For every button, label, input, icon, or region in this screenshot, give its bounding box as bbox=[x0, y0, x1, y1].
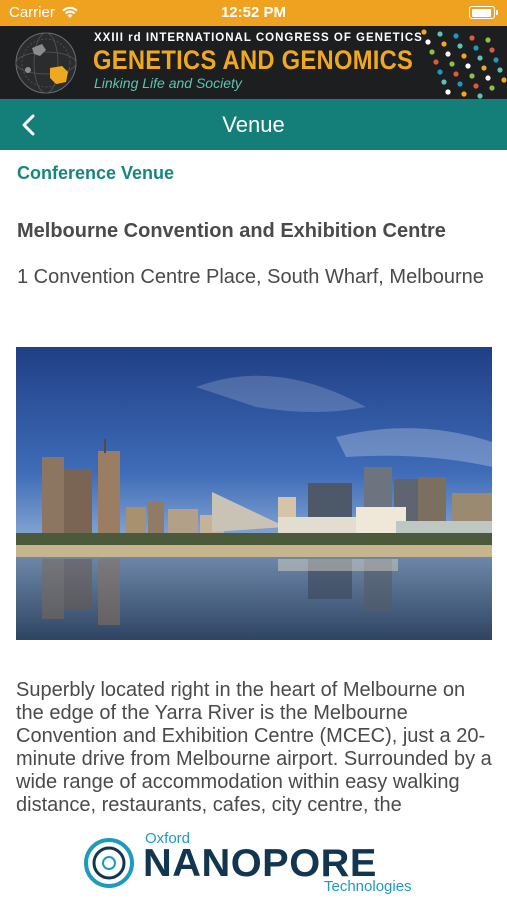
helix-dot bbox=[453, 71, 459, 77]
helix-dot bbox=[441, 41, 447, 47]
battery-icon bbox=[469, 6, 498, 19]
helix-dot bbox=[449, 61, 455, 67]
helix-dot bbox=[477, 93, 483, 99]
venue-name: Melbourne Convention and Exhibition Cent… bbox=[17, 220, 446, 242]
banner-subtitle: Linking Life and Society bbox=[94, 75, 242, 91]
nanopore-logo-icon bbox=[84, 838, 134, 888]
helix-dot bbox=[469, 35, 475, 41]
helix-dot bbox=[493, 57, 499, 63]
battery-level bbox=[471, 8, 491, 17]
helix-dot bbox=[445, 89, 451, 95]
helix-dot bbox=[425, 39, 431, 45]
helix-dot bbox=[461, 91, 467, 97]
globe-logo-icon bbox=[15, 32, 77, 94]
helix-dot bbox=[473, 45, 479, 51]
venue-photo bbox=[16, 347, 492, 640]
helix-dot bbox=[469, 73, 475, 79]
helix-dot bbox=[485, 37, 491, 43]
helix-dot bbox=[421, 29, 427, 35]
helix-dot bbox=[457, 43, 463, 49]
helix-dot bbox=[501, 77, 507, 83]
dna-dots-decoration bbox=[421, 29, 507, 99]
helix-dot bbox=[485, 75, 491, 81]
helix-dot bbox=[445, 51, 451, 57]
section-heading: Conference Venue bbox=[17, 163, 175, 183]
helix-dot bbox=[489, 85, 495, 91]
status-bar: Carrier 12:52 PM bbox=[0, 0, 507, 26]
helix-dot bbox=[441, 79, 447, 85]
clock: 12:52 PM bbox=[220, 4, 287, 21]
helix-dot bbox=[461, 53, 467, 59]
helix-dot bbox=[489, 47, 495, 53]
venue-address: 1 Convention Centre Place, South Wharf, … bbox=[17, 266, 484, 288]
helix-dot bbox=[497, 67, 503, 73]
sponsor-footer[interactable]: Oxford NANOPORE Technologies bbox=[0, 828, 507, 900]
navigation-bar: Venue bbox=[0, 99, 507, 150]
helix-dot bbox=[429, 49, 435, 55]
helix-dot bbox=[437, 31, 443, 37]
helix-dot bbox=[473, 83, 479, 89]
helix-dot bbox=[477, 55, 483, 61]
congress-banner: XXIII rd INTERNATIONAL CONGRESS OF GENET… bbox=[0, 26, 507, 99]
sponsor-technologies-label: Technologies bbox=[324, 878, 412, 895]
venue-content[interactable]: Conference Venue Melbourne Convention an… bbox=[0, 150, 507, 828]
banner-title: GENETICS AND GENOMICS bbox=[93, 45, 414, 75]
helix-dot bbox=[453, 33, 459, 39]
page-title: Venue bbox=[222, 112, 285, 137]
helix-dot bbox=[437, 69, 443, 75]
helix-dot bbox=[481, 65, 487, 71]
congress-line: XXIII rd INTERNATIONAL CONGRESS OF GENET… bbox=[94, 32, 423, 44]
helix-dot bbox=[457, 81, 463, 87]
helix-dot bbox=[433, 59, 439, 65]
venue-description: Superbly located right in the heart of M… bbox=[16, 679, 492, 816]
helix-dot bbox=[465, 63, 471, 69]
